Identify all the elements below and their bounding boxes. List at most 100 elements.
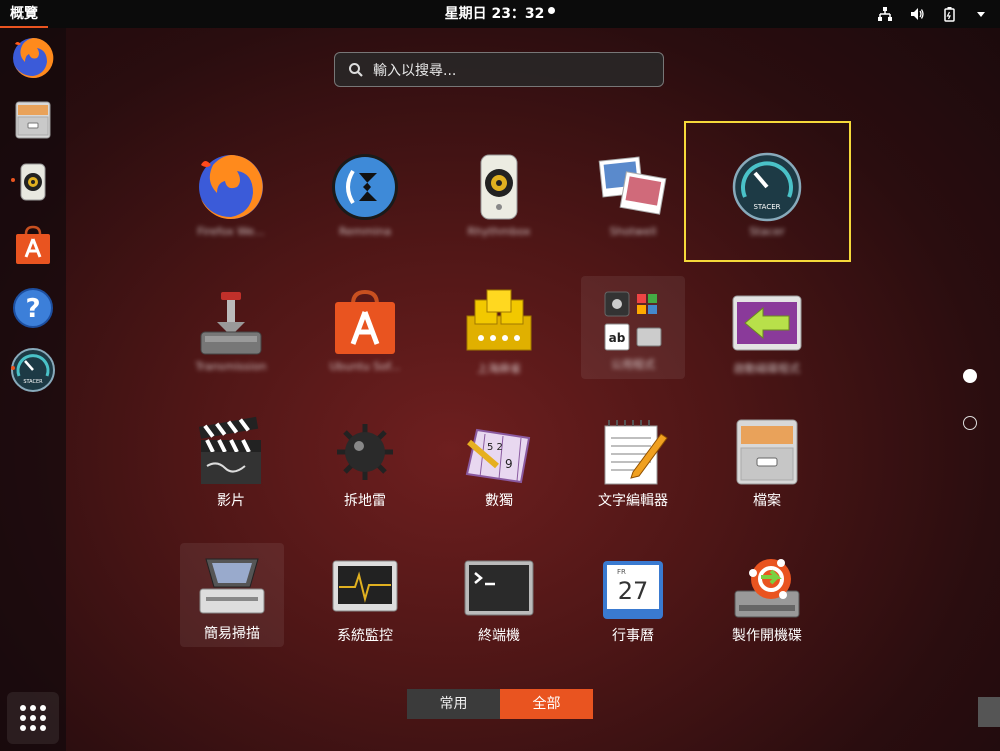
app-label: Shotwell <box>609 225 657 238</box>
app-startup-disk[interactable]: 啟動磁碟程式 <box>715 280 819 384</box>
notification-dot <box>548 6 556 14</box>
app-terminal[interactable]: 終端機 <box>447 545 551 649</box>
app-label: 終端機 <box>478 628 520 644</box>
app-label: 上海麻雀 <box>477 362 521 375</box>
speaker-icon <box>480 154 518 220</box>
dock-files[interactable] <box>9 96 57 144</box>
app-label: 行事曆 <box>612 628 654 644</box>
clock-text[interactable]: 星期日 23：32 <box>445 6 545 22</box>
dock: ? STACER <box>0 28 66 751</box>
dock-help[interactable]: ? <box>9 284 57 332</box>
app-videos[interactable]: 影片 <box>179 410 283 514</box>
app-calendar[interactable]: FR 27 行事曆 <box>581 545 685 649</box>
running-indicator <box>11 178 15 182</box>
app-text-editor[interactable]: 文字編輯器 <box>581 410 685 514</box>
calendar-icon: FR 27 <box>603 561 663 619</box>
file-cabinet-icon <box>15 101 51 139</box>
frequent-button[interactable]: 常用 <box>407 689 500 719</box>
dock-rhythmbox[interactable] <box>9 158 57 206</box>
page-indicator-2[interactable] <box>963 416 977 430</box>
notepad-icon <box>604 420 668 485</box>
grid-icon <box>20 705 46 731</box>
shopping-bag-icon <box>16 225 50 264</box>
mahjong-icon <box>466 289 532 351</box>
shopping-bag-icon <box>335 289 395 354</box>
top-bar: 概覽 星期日 23：32 <box>0 0 1000 28</box>
remmina-icon <box>332 154 398 220</box>
app-firefox[interactable]: Firefox We... <box>179 145 283 249</box>
app-label: Transmission <box>195 360 267 373</box>
svg-text:?: ? <box>25 294 40 324</box>
app-label: 系統監控 <box>337 628 393 644</box>
system-tray[interactable] <box>876 0 990 28</box>
app-mahjongg[interactable]: 上海麻雀 <box>447 280 551 384</box>
view-switcher: 常用 全部 <box>407 689 593 719</box>
photos-icon <box>598 156 667 215</box>
volume-icon[interactable] <box>908 5 926 23</box>
svg-text:ab: ab <box>609 331 626 345</box>
search-box[interactable] <box>334 52 664 87</box>
clapperboard-icon <box>198 416 261 484</box>
mine-icon <box>337 424 393 480</box>
app-usb-creator[interactable]: 製作開機碟 <box>715 545 819 649</box>
app-label: Remmina <box>338 225 392 238</box>
app-label: 數獨 <box>485 493 513 509</box>
chevron-down-icon[interactable] <box>972 5 990 23</box>
corner-handle <box>978 697 1000 727</box>
app-label: Rhythmbox <box>467 225 531 238</box>
file-cabinet-icon <box>736 419 798 485</box>
gauge-icon: STACER <box>11 348 55 392</box>
app-label: Ubuntu Sof... <box>329 360 401 373</box>
dock-stacer[interactable]: STACER <box>9 346 57 394</box>
activities-button[interactable]: 概覽 <box>0 0 48 28</box>
arrow-left-icon <box>732 295 802 351</box>
speaker-icon <box>20 163 46 201</box>
terminal-icon <box>464 560 534 616</box>
battery-icon[interactable] <box>940 5 958 23</box>
calendar-month: FR <box>617 568 626 576</box>
app-label: 公用程式 <box>611 358 655 371</box>
folder-grid-icon: ab <box>604 291 662 351</box>
firefox-icon <box>13 37 54 78</box>
app-utilities[interactable]: ab 公用程式 <box>581 276 685 379</box>
app-label: 影片 <box>217 493 245 509</box>
app-remmina[interactable]: Remmina <box>313 145 417 249</box>
page-indicator-1[interactable] <box>963 369 977 383</box>
selection-frame <box>684 121 851 262</box>
sudoku-icon: 5 2 9 <box>465 428 531 484</box>
app-mines[interactable]: 拆地雷 <box>313 410 417 514</box>
app-simple-scan[interactable]: 簡易掃描 <box>180 543 284 647</box>
monitor-icon <box>332 560 398 612</box>
network-icon[interactable] <box>876 5 894 23</box>
dock-ubuntu-software[interactable] <box>9 221 57 269</box>
app-system-monitor[interactable]: 系統監控 <box>313 545 417 649</box>
search-icon <box>349 63 363 77</box>
firefox-icon <box>199 155 263 219</box>
app-label: 檔案 <box>753 493 781 509</box>
app-label: Firefox We... <box>197 225 265 238</box>
app-label: 文字編輯器 <box>598 493 668 509</box>
app-label: 拆地雷 <box>344 493 386 509</box>
app-label: 啟動磁碟程式 <box>734 362 800 375</box>
dock-firefox[interactable] <box>9 34 57 82</box>
scanner-icon <box>199 558 265 614</box>
show-applications-button[interactable] <box>7 692 59 744</box>
app-sudoku[interactable]: 5 2 9 數獨 <box>447 410 551 514</box>
svg-text:5 2: 5 2 <box>487 442 503 453</box>
svg-text:STACER: STACER <box>23 379 43 385</box>
search-input[interactable] <box>371 57 655 84</box>
app-files[interactable]: 檔案 <box>715 410 819 514</box>
transmission-icon <box>200 292 262 355</box>
running-indicator <box>11 366 15 370</box>
app-ubuntu-software[interactable]: Ubuntu Sof... <box>313 280 417 384</box>
calendar-day: 27 <box>618 577 649 605</box>
app-shotwell[interactable]: Shotwell <box>581 145 685 249</box>
app-transmission[interactable]: Transmission <box>179 280 283 384</box>
app-label: 製作開機碟 <box>732 628 802 644</box>
app-rhythmbox[interactable]: Rhythmbox <box>447 145 551 249</box>
all-button[interactable]: 全部 <box>500 689 593 719</box>
clock[interactable]: 星期日 23：32 <box>0 0 1000 28</box>
app-label: 簡易掃描 <box>204 626 260 642</box>
usb-creator-icon <box>734 559 800 618</box>
help-icon: ? <box>13 288 53 328</box>
